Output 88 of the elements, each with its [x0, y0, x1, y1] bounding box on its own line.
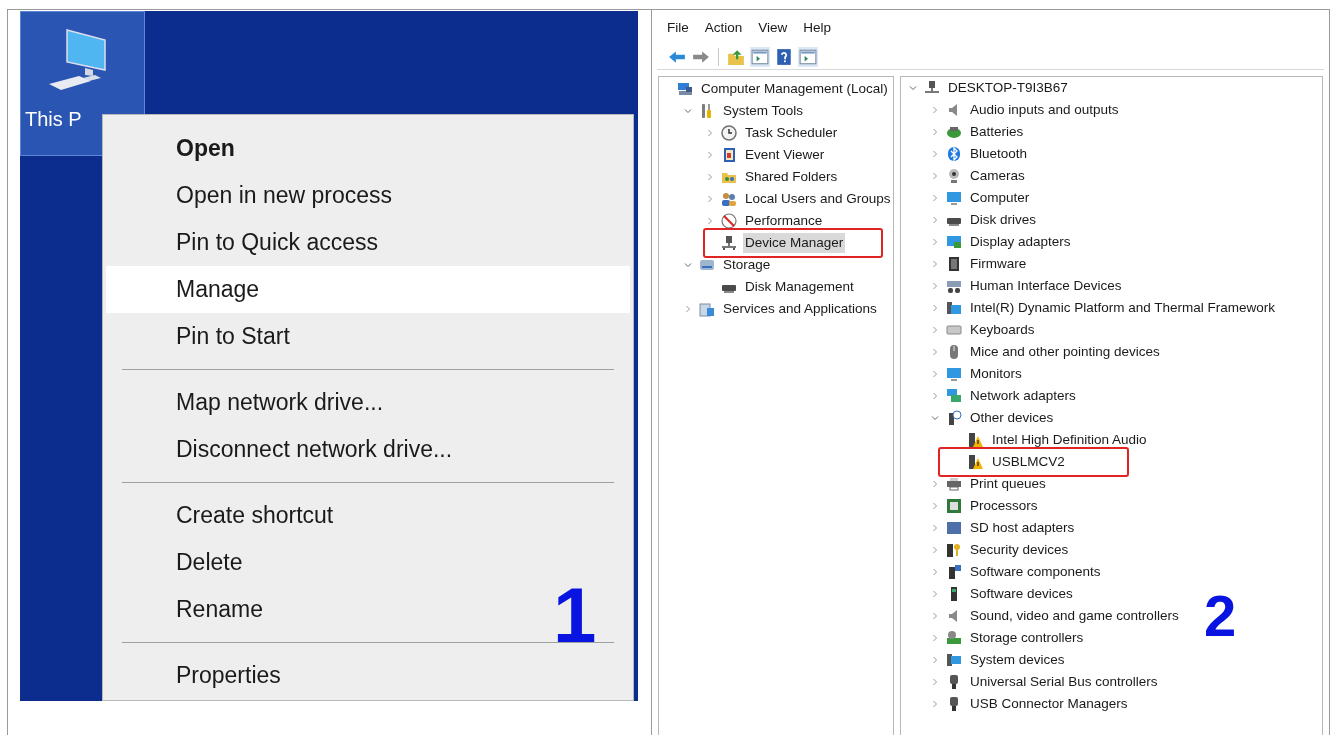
tree-item[interactable]: Sound, video and game controllers	[968, 605, 1181, 627]
printer-icon	[946, 476, 962, 492]
network-device-icon	[721, 235, 737, 251]
tree-item[interactable]: Mice and other pointing devices	[968, 341, 1162, 363]
tree-item[interactable]: Bluetooth	[968, 143, 1030, 165]
component-icon	[946, 564, 962, 580]
tree-pane-icon[interactable]	[750, 46, 770, 67]
tree-item[interactable]: Performance	[743, 210, 825, 232]
tree-item[interactable]: Intel(R) Dynamic Platform and Thermal Framework	[968, 297, 1278, 319]
step-number: 1	[553, 576, 597, 654]
tree-item[interactable]: Computer	[968, 187, 1032, 209]
monitor-icon	[946, 366, 962, 382]
menu-item[interactable]: Delete	[106, 539, 259, 586]
tree-item[interactable]: Security devices	[968, 539, 1071, 561]
key-icon	[946, 542, 962, 558]
menu-item[interactable]: Create shortcut	[106, 492, 350, 539]
tree-item[interactable]: Network adapters	[968, 385, 1078, 407]
tree-item[interactable]: SD host adapters	[968, 517, 1077, 539]
tree-item[interactable]: Print queues	[968, 473, 1048, 495]
tree-item[interactable]: Storage	[721, 254, 773, 276]
menu-item[interactable]: Pin to Start	[106, 313, 306, 360]
menu-item[interactable]: Map network drive...	[106, 379, 400, 426]
storage-controller-icon	[946, 630, 962, 646]
network-adapter-icon	[946, 388, 962, 404]
tree-item[interactable]: Disk Management	[743, 276, 856, 298]
webcam-icon	[946, 168, 962, 184]
menu-item[interactable]: Rename	[106, 586, 279, 633]
tree-item[interactable]: Device Manager	[743, 232, 846, 254]
keyboard-icon	[946, 322, 962, 338]
tree-item[interactable]: Services and Applications	[721, 298, 879, 320]
menu-item[interactable]: Pin to Quick access	[106, 219, 394, 266]
tree-item[interactable]: Intel High Definition Audio	[990, 429, 1149, 451]
tree-item[interactable]: Universal Serial Bus controllers	[968, 671, 1160, 693]
tree-item[interactable]: Task Scheduler	[743, 122, 840, 144]
tree-item[interactable]: Software devices	[968, 583, 1075, 605]
tree-item[interactable]: Software components	[968, 561, 1103, 583]
tree-item[interactable]: Event Viewer	[743, 144, 827, 166]
warning-device-icon	[968, 454, 984, 470]
menu-bar-item[interactable]: File	[667, 17, 689, 39]
warning-device-icon	[968, 432, 984, 448]
log-book-icon	[721, 147, 737, 163]
tree-item[interactable]: Batteries	[968, 121, 1026, 143]
tree-item[interactable]: Cameras	[968, 165, 1027, 187]
processor-icon	[946, 498, 962, 514]
help-icon[interactable]	[774, 46, 794, 67]
monitor-icon	[946, 190, 962, 206]
tree-item[interactable]: Human Interface Devices	[968, 275, 1124, 297]
menu-bar-item[interactable]: Help	[803, 17, 832, 39]
tree-item[interactable]: Audio inputs and outputs	[968, 99, 1121, 121]
tree-item[interactable]: System devices	[968, 649, 1067, 671]
tree-item[interactable]: USB Connector Managers	[968, 693, 1130, 715]
unknown-device-icon	[946, 410, 962, 426]
action-pane-icon[interactable]	[798, 46, 818, 67]
storage-icon	[699, 257, 715, 273]
tree-item[interactable]: Shared Folders	[743, 166, 840, 188]
clock-icon	[721, 125, 737, 141]
services-icon	[699, 301, 715, 317]
tree-item[interactable]: Local Users and Groups	[743, 188, 893, 210]
chip-icon	[946, 256, 962, 272]
bluetooth-icon	[946, 146, 962, 162]
tree-item[interactable]: Display adapters	[968, 231, 1073, 253]
device-folder-icon	[946, 300, 962, 316]
tree-item[interactable]: Monitors	[968, 363, 1024, 385]
menu-item[interactable]: Open in new process	[106, 172, 409, 219]
menu-item[interactable]: Properties	[106, 652, 297, 699]
menu-bar-item[interactable]: Action	[704, 17, 743, 39]
menu-item[interactable]: Disconnect network drive...	[106, 426, 469, 473]
menu-bar-item[interactable]: View	[758, 17, 788, 39]
tree-item[interactable]: DESKTOP-T9I3B67	[946, 77, 1070, 99]
tree-item[interactable]: Keyboards	[968, 319, 1037, 341]
card-reader-icon	[946, 520, 962, 536]
tree-item[interactable]: USBLMCV2	[990, 451, 1067, 473]
tree-item[interactable]: System Tools	[721, 100, 806, 122]
tree-item[interactable]: Processors	[968, 495, 1040, 517]
tree-item[interactable]: Firmware	[968, 253, 1029, 275]
tree-item[interactable]: Storage controllers	[968, 627, 1086, 649]
battery-icon	[946, 124, 962, 140]
menu-item[interactable]: Manage	[106, 266, 630, 313]
display-adapter-icon	[946, 234, 962, 250]
keyboard-mouse-icon	[946, 278, 962, 294]
step-number: 2	[1204, 587, 1237, 645]
tree-item[interactable]: Computer Management (Local)	[699, 78, 890, 100]
tree-item[interactable]: Other devices	[968, 407, 1056, 429]
this-pc-shortcut[interactable]: This P	[20, 11, 145, 156]
tree-item[interactable]: Disk drives	[968, 209, 1038, 231]
users-icon	[721, 191, 737, 207]
system-devices-icon	[946, 652, 962, 668]
computer-network-icon	[924, 80, 940, 96]
